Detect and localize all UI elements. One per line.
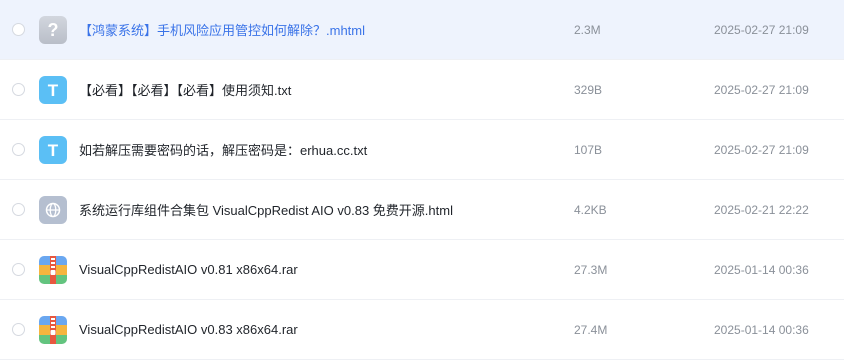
unknown-file-icon-glyph: ?	[47, 20, 59, 40]
file-row[interactable]: VisualCppRedistAIO v0.83 x86x64.rar 27.4…	[0, 300, 844, 360]
archive-icon-glyph	[39, 256, 67, 284]
file-size: 27.3M	[574, 262, 608, 277]
text-file-icon: T	[39, 76, 67, 104]
select-checkbox[interactable]	[12, 203, 25, 216]
archive-icon-glyph	[39, 316, 67, 344]
select-checkbox[interactable]	[12, 263, 25, 276]
text-file-icon-glyph: T	[47, 140, 59, 160]
file-name[interactable]: VisualCppRedistAIO v0.81 x86x64.rar	[79, 240, 298, 299]
file-name[interactable]: 系统运行库组件合集包 VisualCppRedist AIO v0.83 免费开…	[79, 180, 453, 239]
file-row[interactable]: VisualCppRedistAIO v0.81 x86x64.rar 27.3…	[0, 240, 844, 300]
file-row[interactable]: T 【必看】【必看】【必看】使用须知.txt 329B 2025-02-27 2…	[0, 60, 844, 120]
select-checkbox[interactable]	[12, 23, 25, 36]
file-row[interactable]: T 如若解压需要密码的话，解压密码是：erhua.cc.txt 107B 202…	[0, 120, 844, 180]
file-date: 2025-01-14 00:36	[714, 322, 809, 337]
file-name[interactable]: 【必看】【必看】【必看】使用须知.txt	[79, 60, 291, 119]
file-date: 2025-01-14 00:36	[714, 262, 809, 277]
unknown-file-icon: ?	[39, 16, 67, 44]
file-row[interactable]: 系统运行库组件合集包 VisualCppRedist AIO v0.83 免费开…	[0, 180, 844, 240]
archive-icon	[39, 316, 67, 344]
file-name[interactable]: 【鸿蒙系统】手机风险应用管控如何解除？.mhtml	[79, 0, 365, 59]
file-name[interactable]: VisualCppRedistAIO v0.83 x86x64.rar	[79, 300, 298, 359]
file-date: 2025-02-27 21:09	[714, 82, 809, 97]
file-date: 2025-02-27 21:09	[714, 142, 809, 157]
select-checkbox[interactable]	[12, 323, 25, 336]
file-size: 2.3M	[574, 22, 601, 37]
select-checkbox[interactable]	[12, 143, 25, 156]
file-size: 329B	[574, 82, 603, 97]
globe-icon	[39, 196, 67, 224]
globe-icon-glyph	[45, 202, 61, 218]
file-size: 107B	[574, 142, 603, 157]
file-list: ? 【鸿蒙系统】手机风险应用管控如何解除？.mhtml 2.3M 2025-02…	[0, 0, 844, 360]
file-date: 2025-02-21 22:22	[714, 202, 809, 217]
archive-icon	[39, 256, 67, 284]
file-row[interactable]: ? 【鸿蒙系统】手机风险应用管控如何解除？.mhtml 2.3M 2025-02…	[0, 0, 844, 60]
file-name[interactable]: 如若解压需要密码的话，解压密码是：erhua.cc.txt	[79, 120, 367, 179]
file-size: 4.2KB	[574, 202, 607, 217]
text-file-icon: T	[39, 136, 67, 164]
file-size: 27.4M	[574, 322, 608, 337]
select-checkbox[interactable]	[12, 83, 25, 96]
text-file-icon-glyph: T	[47, 80, 59, 100]
file-date: 2025-02-27 21:09	[714, 22, 809, 37]
